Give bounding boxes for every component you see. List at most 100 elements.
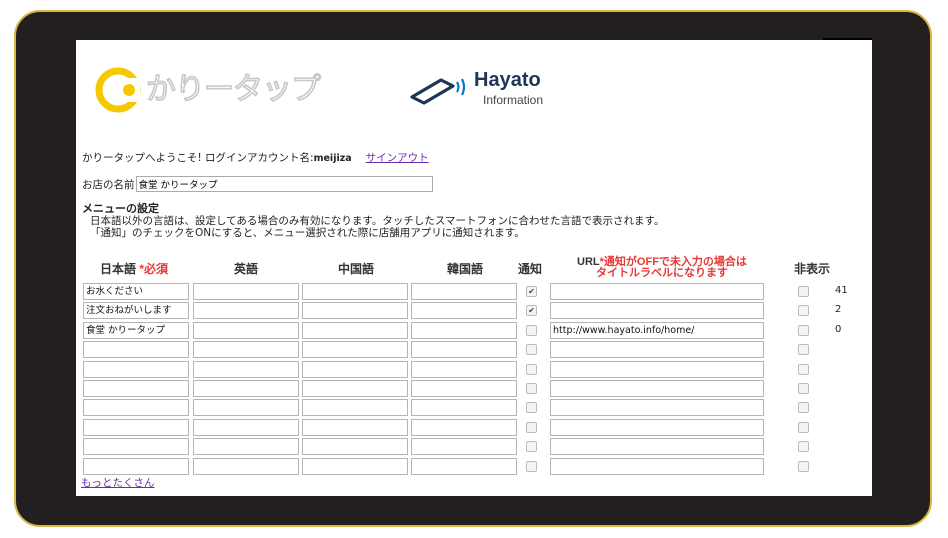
english-input[interactable] xyxy=(193,399,299,417)
japanese-input[interactable]: 食堂 かりータップ xyxy=(83,321,189,339)
required-mark: *必須 xyxy=(139,262,169,276)
kari-logo-text: かりータップ xyxy=(145,71,322,108)
chinese-input[interactable] xyxy=(302,399,408,417)
japanese-input[interactable] xyxy=(83,457,189,475)
url-note-2: タイトルラベルになります xyxy=(596,267,728,279)
hide-checkbox[interactable] xyxy=(798,441,809,453)
notify-checkbox[interactable] xyxy=(526,383,537,394)
col-url: URL*通知がOFFで未入力の場合は タイトルラベルになります xyxy=(552,257,772,279)
col-chinese: 中国語 xyxy=(338,262,375,276)
usage-count: 0 xyxy=(835,323,842,335)
english-input[interactable] xyxy=(193,321,299,339)
col-hide: 非表示 xyxy=(794,262,831,276)
col-notify: 通知 xyxy=(518,262,543,276)
hide-checkbox[interactable] xyxy=(798,460,809,472)
account-name: meijiza xyxy=(313,153,352,164)
notify-checkbox[interactable] xyxy=(526,324,537,336)
shop-name-input[interactable] xyxy=(135,176,433,192)
chinese-input[interactable] xyxy=(302,321,408,339)
english-input[interactable] xyxy=(193,341,299,359)
chinese-input[interactable] xyxy=(302,360,408,378)
more-link[interactable]: もっとたくさん xyxy=(81,475,155,490)
welcome-text: かりータップへようこそ! ログインアカウント名: xyxy=(82,152,314,164)
menu-settings: メニューの設定 日本語以外の言語は、設定してある場合のみ有効になります。タッチし… xyxy=(82,202,665,240)
korean-input[interactable] xyxy=(411,360,517,378)
chinese-input[interactable] xyxy=(302,283,408,300)
notify-checkbox[interactable]: ✔ xyxy=(526,305,537,317)
col-japanese-label: 日本語 xyxy=(100,262,137,276)
japanese-input[interactable] xyxy=(83,418,189,436)
korean-input[interactable] xyxy=(411,438,517,456)
url-input[interactable] xyxy=(550,438,764,456)
url-input[interactable] xyxy=(550,380,764,397)
korean-input[interactable] xyxy=(411,341,517,359)
japanese-input[interactable]: 注文おねがいします xyxy=(83,302,189,320)
url-input[interactable]: http://www.hayato.info/home/ xyxy=(550,321,764,339)
korean-input[interactable] xyxy=(411,302,517,320)
english-input[interactable] xyxy=(193,380,299,397)
english-input[interactable] xyxy=(193,418,299,436)
app-screen: かりータップ Hayato Information かりータップへようこそ! ロ… xyxy=(76,40,872,496)
english-input[interactable] xyxy=(193,302,299,320)
japanese-input[interactable] xyxy=(83,399,189,417)
url-input[interactable] xyxy=(550,399,764,417)
chinese-input[interactable] xyxy=(302,380,408,397)
english-input[interactable] xyxy=(193,457,299,475)
kari-tap-logo: かりータップ xyxy=(90,60,322,122)
notify-checkbox[interactable]: ✔ xyxy=(526,286,537,297)
shop-name-row: お店の名前 xyxy=(82,176,433,192)
hide-checkbox[interactable] xyxy=(798,383,809,394)
korean-input[interactable] xyxy=(411,321,517,339)
hayato-logo-icon xyxy=(410,78,466,105)
japanese-input[interactable] xyxy=(83,438,189,456)
kari-logo-icon xyxy=(95,67,141,113)
notify-checkbox[interactable] xyxy=(526,344,537,356)
japanese-input[interactable] xyxy=(83,341,189,359)
url-input[interactable] xyxy=(550,457,764,475)
korean-input[interactable] xyxy=(411,399,517,417)
hide-checkbox[interactable] xyxy=(798,305,809,317)
shop-name-label: お店の名前 xyxy=(82,178,135,191)
korean-input[interactable] xyxy=(411,457,517,475)
url-input[interactable] xyxy=(550,283,764,300)
korean-input[interactable] xyxy=(411,283,517,300)
url-input[interactable] xyxy=(550,302,764,320)
korean-input[interactable] xyxy=(411,380,517,397)
chinese-input[interactable] xyxy=(302,438,408,456)
hide-checkbox[interactable] xyxy=(798,363,809,375)
english-input[interactable] xyxy=(193,360,299,378)
japanese-input[interactable] xyxy=(83,380,189,397)
notify-checkbox[interactable] xyxy=(526,402,537,414)
english-input[interactable] xyxy=(193,438,299,456)
notify-checkbox[interactable] xyxy=(526,421,537,433)
notify-checkbox[interactable] xyxy=(526,441,537,453)
hayato-logo-subtitle: Information xyxy=(483,93,544,107)
hide-checkbox[interactable] xyxy=(798,421,809,433)
usage-count: 2 xyxy=(835,304,842,316)
chinese-input[interactable] xyxy=(302,418,408,436)
chinese-input[interactable] xyxy=(302,302,408,320)
signout-link[interactable]: サインアウト xyxy=(366,152,429,164)
url-input[interactable] xyxy=(550,341,764,359)
japanese-input[interactable]: お水ください xyxy=(83,283,189,300)
hide-checkbox[interactable] xyxy=(798,344,809,356)
hide-checkbox[interactable] xyxy=(798,324,809,336)
col-english: 英語 xyxy=(234,262,259,276)
hayato-logo: Hayato Information xyxy=(409,68,569,112)
notify-checkbox[interactable] xyxy=(526,460,537,472)
url-input[interactable] xyxy=(550,418,764,436)
hide-checkbox[interactable] xyxy=(798,402,809,414)
menu-settings-desc-2: 「通知」のチェックをONにすると、メニュー選択された際に店舗用アプリに通知されま… xyxy=(90,227,525,239)
menu-settings-heading: メニューの設定 xyxy=(82,202,159,215)
korean-input[interactable] xyxy=(411,418,517,436)
menu-settings-desc-1: 日本語以外の言語は、設定してある場合のみ有効になります。タッチしたスマートフォン… xyxy=(90,215,665,227)
english-input[interactable] xyxy=(193,283,299,300)
japanese-input[interactable] xyxy=(83,360,189,378)
notify-checkbox[interactable] xyxy=(526,363,537,375)
chinese-input[interactable] xyxy=(302,457,408,475)
col-japanese: 日本語 *必須 xyxy=(100,260,168,277)
hide-checkbox[interactable] xyxy=(798,286,809,297)
usage-count: 41 xyxy=(835,285,848,296)
url-input[interactable] xyxy=(550,360,764,378)
chinese-input[interactable] xyxy=(302,341,408,359)
